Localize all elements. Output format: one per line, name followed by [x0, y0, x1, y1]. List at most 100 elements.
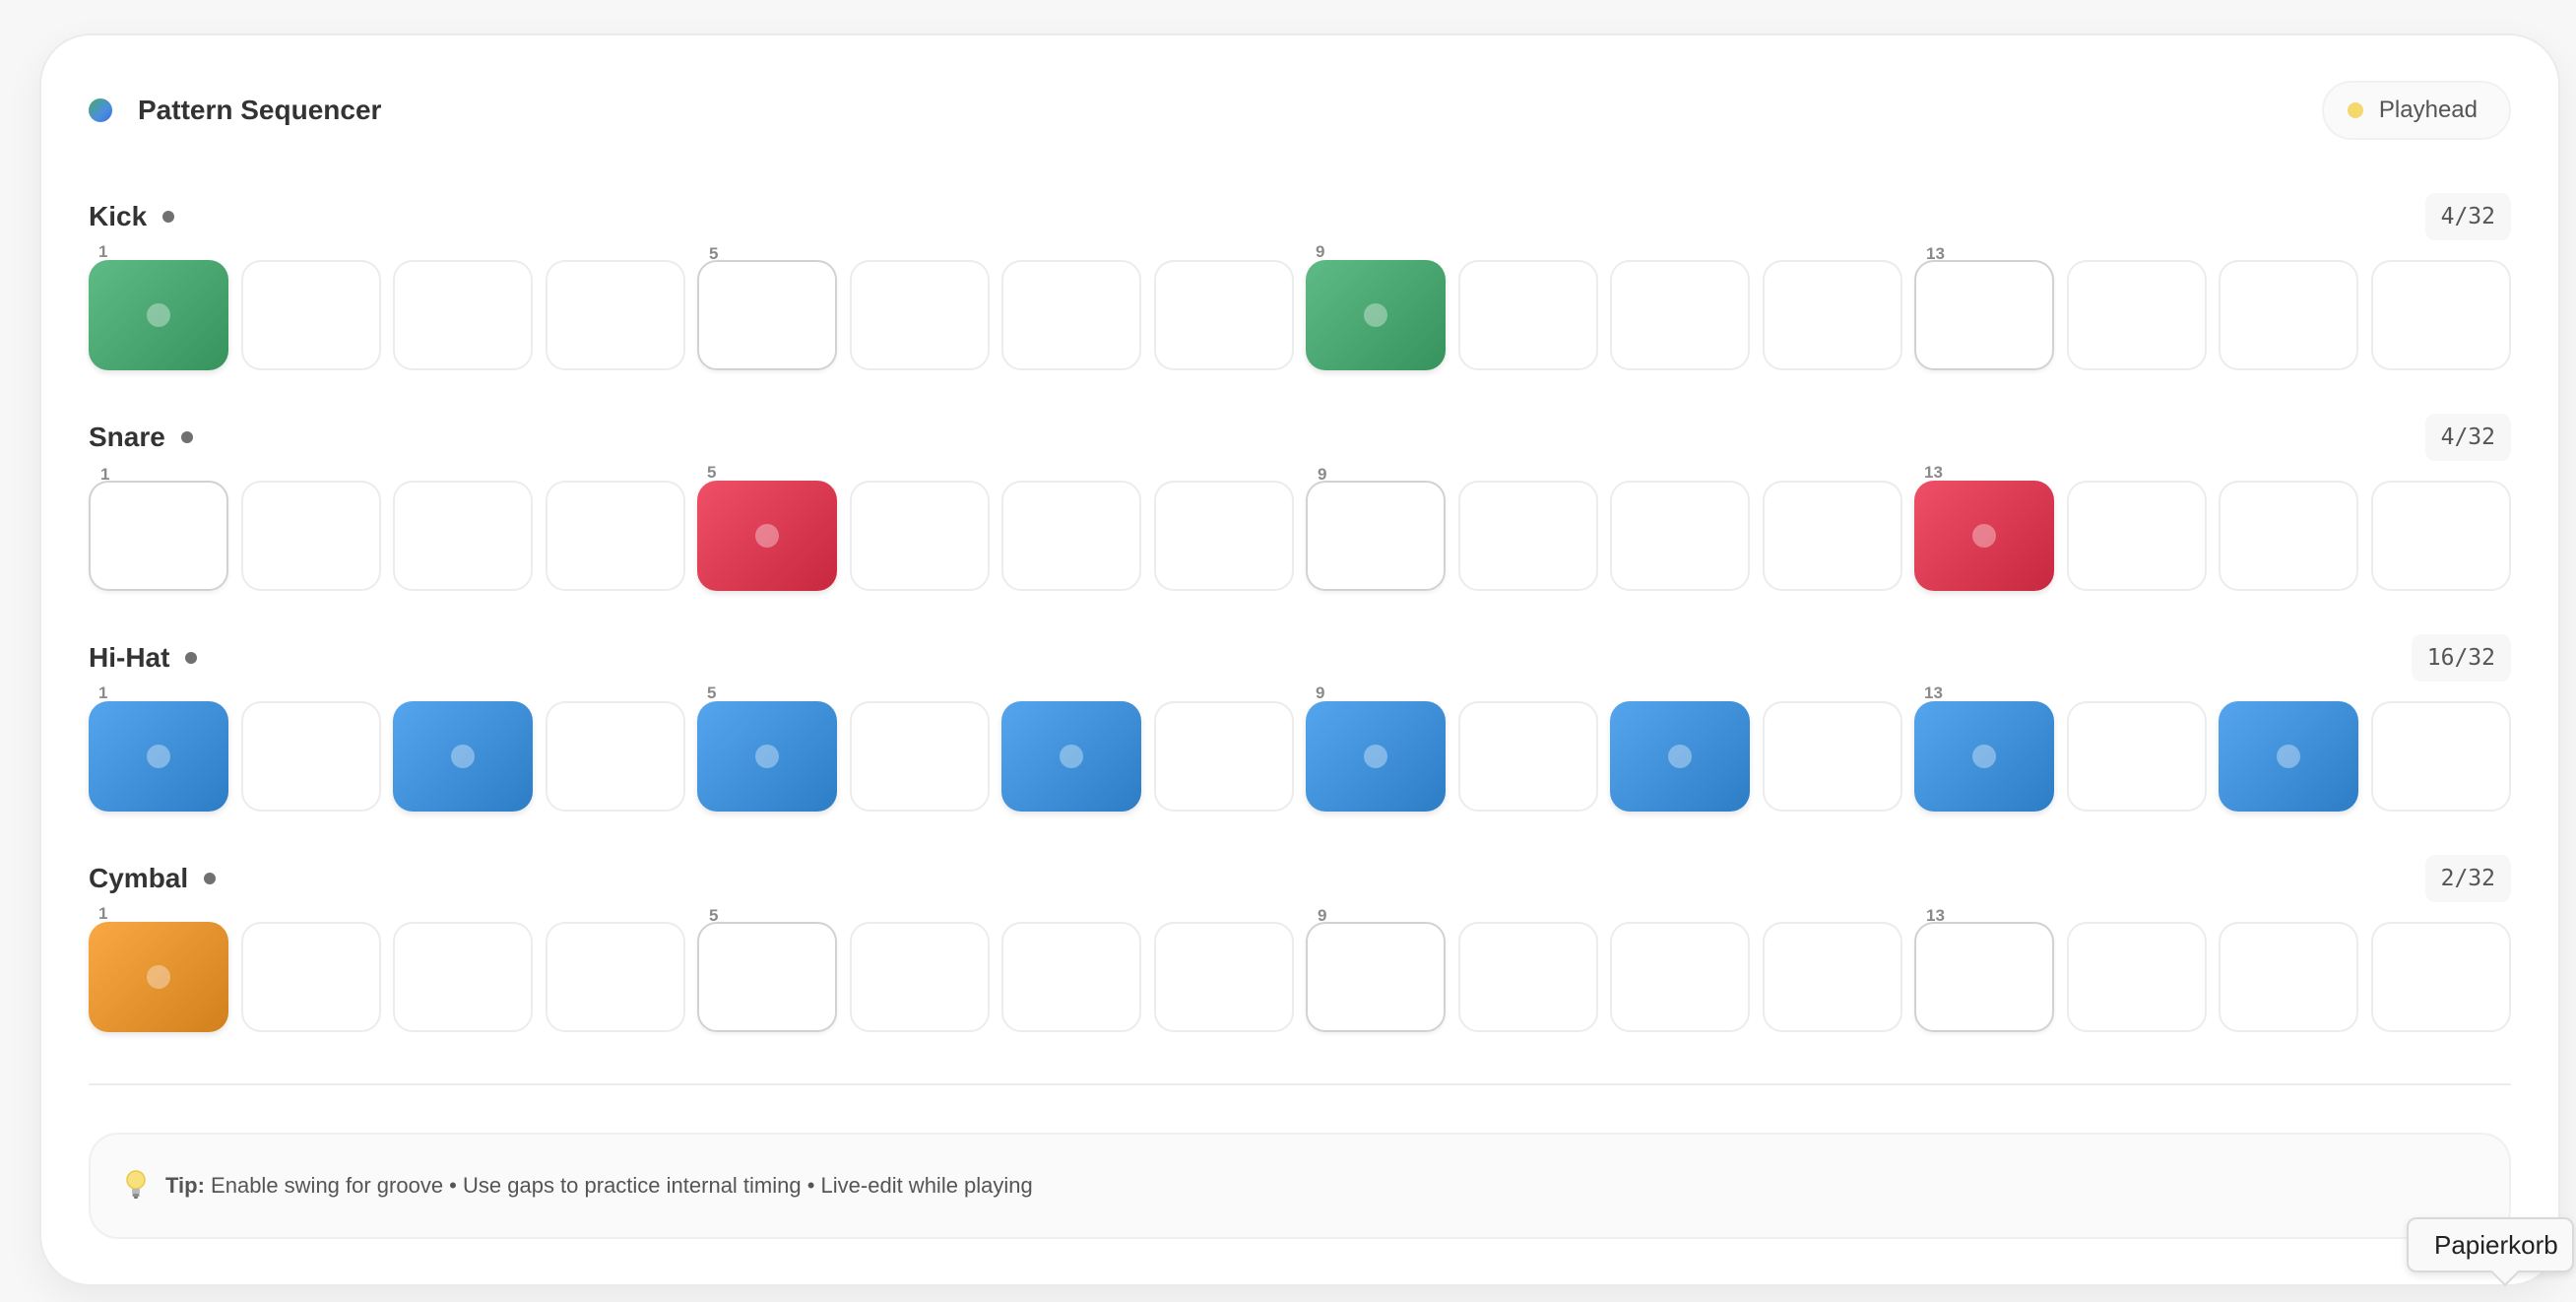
step-button[interactable]	[1610, 701, 1750, 812]
track-header: Hi-Hat 16/32	[89, 634, 2511, 682]
step-button[interactable]	[546, 701, 685, 812]
step-button[interactable]: 5	[697, 244, 837, 370]
step-button[interactable]	[2219, 260, 2358, 370]
step-button[interactable]	[241, 481, 381, 591]
step-button[interactable]	[2371, 481, 2511, 591]
track-name: Cymbal	[89, 863, 189, 893]
divider	[89, 1083, 2511, 1085]
step-button[interactable]	[2219, 701, 2358, 812]
step-button[interactable]: 13	[1914, 244, 2054, 370]
step-number-label: 5	[707, 463, 717, 482]
step-button[interactable]: 1	[89, 904, 228, 1032]
track-status-dot-icon[interactable]	[204, 873, 217, 884]
step-grid: 1 5 9 13	[89, 463, 2511, 591]
step-button[interactable]: 5	[697, 463, 837, 591]
track-kick: Kick 4/32 1 5 9 13	[89, 193, 2511, 390]
step-button[interactable]: 1	[89, 465, 228, 591]
step-button[interactable]: 13	[1914, 684, 2054, 812]
step-number-label: 13	[1926, 906, 1945, 925]
step-button[interactable]	[1001, 701, 1141, 812]
step-button[interactable]	[850, 701, 990, 812]
step-number-label: 13	[1926, 244, 1945, 263]
step-button[interactable]	[1458, 260, 1598, 370]
step-button[interactable]	[2067, 701, 2207, 812]
step-button[interactable]	[393, 922, 533, 1032]
step-button[interactable]	[2219, 922, 2358, 1032]
track-step-count: 16/32	[2411, 634, 2511, 682]
tip-label: Tip:	[165, 1173, 205, 1198]
step-active-dot-icon	[147, 965, 170, 989]
step-button[interactable]	[546, 481, 685, 591]
step-button[interactable]	[2067, 260, 2207, 370]
step-button[interactable]	[1001, 260, 1141, 370]
step-active-dot-icon	[1972, 745, 1996, 768]
track-hi-hat: Hi-Hat 16/32 1 5 9 13	[89, 634, 2511, 831]
playhead-indicator[interactable]: Playhead	[2321, 81, 2511, 140]
step-button[interactable]: 9	[1306, 684, 1446, 812]
step-number-label: 13	[1924, 684, 1943, 702]
track-step-count: 4/32	[2424, 193, 2511, 240]
step-button[interactable]: 5	[697, 906, 837, 1032]
step-button[interactable]	[241, 260, 381, 370]
step-button[interactable]	[241, 701, 381, 812]
step-button[interactable]: 5	[697, 684, 837, 812]
step-button[interactable]	[1763, 481, 1902, 591]
step-button[interactable]	[1610, 922, 1750, 1032]
step-button[interactable]	[546, 922, 685, 1032]
track-step-count: 4/32	[2424, 414, 2511, 461]
step-button[interactable]	[1610, 481, 1750, 591]
step-button[interactable]	[546, 260, 685, 370]
step-active-dot-icon	[1060, 745, 1083, 768]
step-button[interactable]	[1001, 481, 1141, 591]
step-button[interactable]	[393, 701, 533, 812]
step-active-dot-icon	[2277, 745, 2300, 768]
step-button[interactable]	[1610, 260, 1750, 370]
step-button[interactable]: 1	[89, 684, 228, 812]
step-button[interactable]	[2067, 481, 2207, 591]
track-header: Kick 4/32	[89, 193, 2511, 240]
step-active-dot-icon	[147, 745, 170, 768]
track-status-dot-icon[interactable]	[162, 211, 175, 223]
step-button[interactable]	[850, 481, 990, 591]
step-button[interactable]	[393, 260, 533, 370]
step-button[interactable]	[1154, 481, 1294, 591]
step-button[interactable]: 13	[1914, 463, 2054, 591]
track-name: Snare	[89, 422, 165, 452]
step-button[interactable]: 13	[1914, 906, 2054, 1032]
step-button[interactable]	[393, 481, 533, 591]
step-button[interactable]	[850, 260, 990, 370]
track-status-dot-icon[interactable]	[185, 652, 198, 664]
step-button[interactable]	[2219, 481, 2358, 591]
track-header: Snare 4/32	[89, 414, 2511, 461]
step-button[interactable]	[241, 922, 381, 1032]
track-name: Kick	[89, 201, 148, 231]
step-button[interactable]	[1763, 260, 1902, 370]
step-number-label: 1	[100, 465, 110, 484]
step-button[interactable]: 1	[89, 242, 228, 370]
step-button[interactable]	[1154, 701, 1294, 812]
step-button[interactable]	[1458, 481, 1598, 591]
track-name-group: Kick	[89, 201, 175, 232]
step-button[interactable]	[2067, 922, 2207, 1032]
step-active-dot-icon	[147, 303, 170, 327]
step-button[interactable]: 9	[1306, 465, 1446, 591]
step-button[interactable]	[1154, 922, 1294, 1032]
step-number-label: 1	[98, 242, 108, 261]
step-button[interactable]	[1763, 701, 1902, 812]
lightbulb-icon	[126, 1170, 146, 1199]
step-button[interactable]: 9	[1306, 906, 1446, 1032]
step-button[interactable]	[2371, 922, 2511, 1032]
step-button[interactable]	[1001, 922, 1141, 1032]
step-button[interactable]: 9	[1306, 242, 1446, 370]
step-button[interactable]	[1154, 260, 1294, 370]
step-button[interactable]	[1458, 922, 1598, 1032]
step-button[interactable]	[1458, 701, 1598, 812]
step-number-label: 1	[98, 684, 108, 702]
step-button[interactable]	[2371, 701, 2511, 812]
track-status-dot-icon[interactable]	[180, 431, 193, 443]
step-button[interactable]	[1763, 922, 1902, 1032]
step-button[interactable]	[850, 922, 990, 1032]
track-name-group: Snare	[89, 422, 193, 453]
step-button[interactable]	[2371, 260, 2511, 370]
title-group: Pattern Sequencer	[89, 95, 381, 126]
